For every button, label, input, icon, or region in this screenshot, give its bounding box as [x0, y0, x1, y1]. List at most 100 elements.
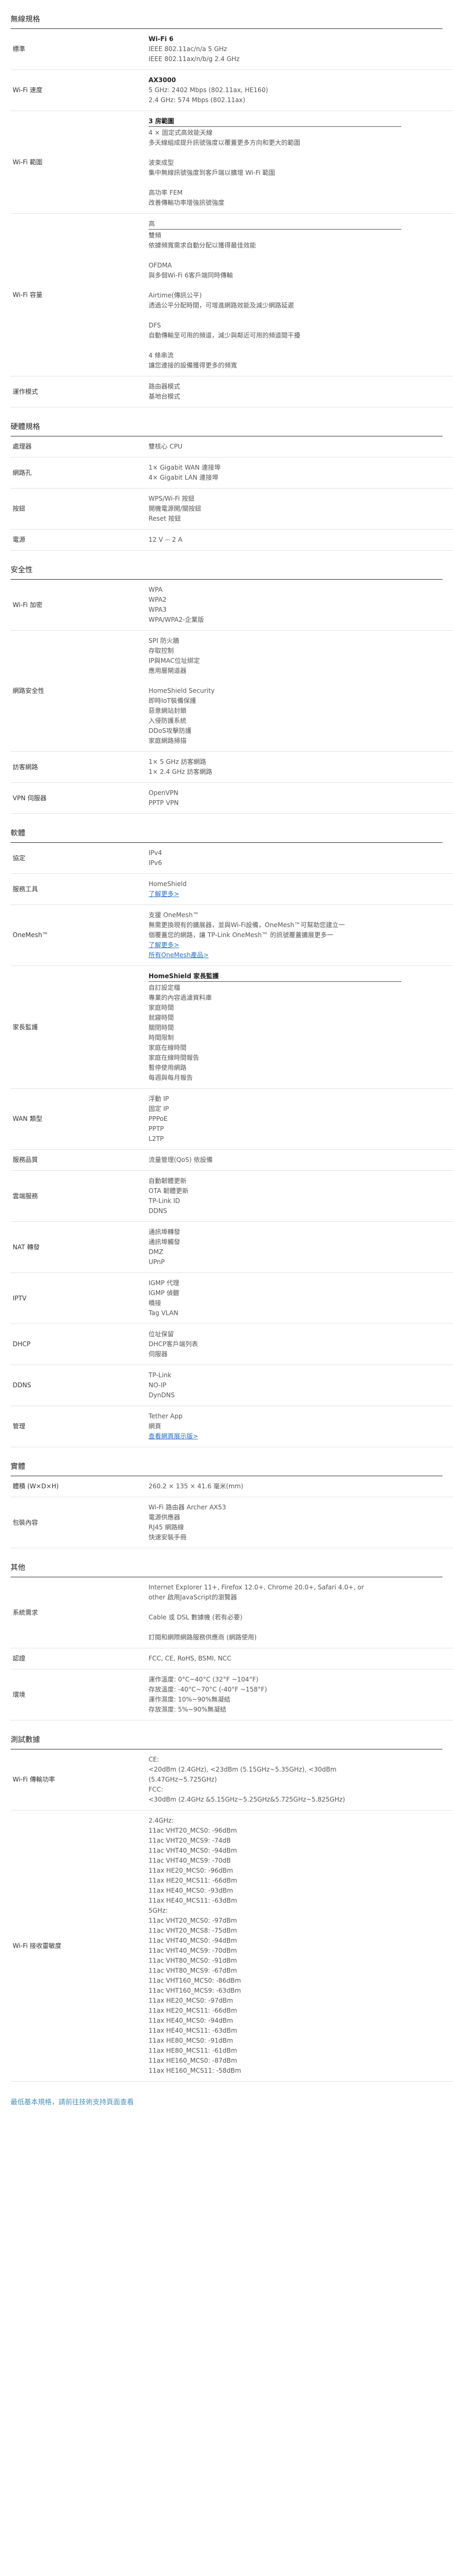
- spec-value-line: OTA 韌體更新: [149, 1187, 189, 1195]
- spec-value-line: 家庭在線時間: [149, 1044, 187, 1051]
- spec-value: IGMP 代理 IGMP 偵聽 橋接 Tag VLAN: [149, 1272, 453, 1324]
- spec-value-line: <30dBm (2.4GHz &5.15GHz~5.25GHz&5.725GHz…: [149, 1796, 346, 1803]
- spec-value-line: 11ac VHT80_MCS0: -91dBm: [149, 1957, 237, 1964]
- spec-value-line: 運作濕度: 10%~90%無凝結: [149, 1696, 231, 1703]
- spec-value-line: 橋接: [149, 1299, 162, 1307]
- spec-label: OneMesh™: [11, 904, 149, 966]
- section-title: 其他: [11, 1564, 25, 1572]
- spec-value-line: 伺服器: [149, 1350, 168, 1358]
- spec-value-line: 1× Gigabit WAN 連接埠: [149, 464, 221, 471]
- spec-value-line: 專業的內容過濾資料庫: [149, 994, 212, 1001]
- spec-value: 通訊埠轉發 通訊埠觸發 DMZ UPnP: [149, 1221, 453, 1273]
- spec-value-line: Internet Explorer 11+, Firefox 12.0+, Ch…: [149, 1584, 365, 1591]
- spec-value-line: 5GHz:: [149, 1907, 168, 1914]
- spec-value-line: 就寢時間: [149, 1014, 174, 1021]
- spec-value-line: 存放濕度: 5%~90%無凝結: [149, 1706, 226, 1713]
- spec-value-line: DFS: [149, 322, 161, 329]
- spec-value-line: 雙頻: [149, 232, 162, 239]
- spec-row: OneMesh™ 支援 OneMesh™ 無需更換現有的擴展器，並與Wi-Fi設備，…: [11, 904, 453, 966]
- spec-value-line: 5 GHz: 2402 Mbps (802.11ax, HE160): [149, 86, 268, 94]
- spec-value: 自動韌體更新 OTA 韌體更新 TP-Link ID DDNS: [149, 1170, 453, 1222]
- spec-value-line: 與多個Wi-Fi 6客戶端同時傳輸: [149, 272, 233, 279]
- spec-label: DHCP: [11, 1324, 149, 1365]
- spec-row: 家長監護 HomeShield 家長監護 自訂設定檔 專業的內容過濾資料庫 家庭時間 就寢…: [11, 966, 453, 1089]
- spec-value-line: 自動傳輸至可用的頻道，減少與鄰近可用的頻道間干擾: [149, 332, 301, 339]
- spec-value-line: 流量管理(QoS) 依設備: [149, 1156, 213, 1163]
- spec-label: 運作模式: [11, 376, 149, 407]
- spec-label: 雲端服務: [11, 1170, 149, 1222]
- spec-value-line: FCC:: [149, 1786, 163, 1793]
- spec-row: 網路孔 1× Gigabit WAN 連接埠 4× Gigabit LAN 連接埠: [11, 457, 453, 489]
- spec-value: SPI 防火牆 存取控制 IP與MAC位址綁定 應用層閘道器 HomeShield Se…: [149, 630, 453, 752]
- spec-row: DDNS TP-Link NO-IP DynDNS: [11, 1365, 453, 1406]
- spec-value: 路由器模式 基地台模式: [149, 376, 453, 407]
- spec-value: 浮動 IP 固定 IP PPPoE PPTP L2TP: [149, 1088, 453, 1150]
- spec-value: 1× 5 GHz 訪客網路 1× 2.4 GHz 訪客網路: [149, 751, 453, 783]
- spec-label: 網路安全性: [11, 630, 149, 752]
- spec-value-line: 11ax HE40_MCS11: -63dBm: [149, 1897, 238, 1904]
- spec-value-line: 存放溫度: -40°C~70°C (-40°F ~158°F): [149, 1686, 267, 1693]
- spec-value-line: (5.47GHz~5.725GHz): [149, 1776, 217, 1783]
- spec-value-line: 個覆蓋您的網路，讓 TP-Link OneMesh™ 的訊號覆蓋擴展更多一: [149, 931, 333, 939]
- spec-table: Wi-Fi 加密 WPA WPA2 WPA3 WPA/WPA2-企業版 網路安全性 SPI …: [11, 580, 453, 814]
- spec-row: 訪客網路 1× 5 GHz 訪客網路 1× 2.4 GHz 訪客網路: [11, 751, 453, 783]
- spec-row: 體積 (W×D×H) 260.2 × 135 × 41.6 毫米(mm): [11, 1476, 453, 1497]
- spec-row: 認證 FCC, CE, RoHS, BSMI, NCC: [11, 1648, 453, 1669]
- spec-value-line: 家庭網路掃描: [149, 737, 187, 744]
- spec-row: 系統需求 Internet Explorer 11+, Firefox 12.0+…: [11, 1577, 453, 1648]
- spec-value-line: IGMP 偵聽: [149, 1289, 180, 1297]
- spec-value-line: 雙核心 CPU: [149, 443, 183, 450]
- spec-value-line: 11ax HE160_MCS0: -87dBm: [149, 2057, 238, 2064]
- spec-value-line: DynDNS: [149, 1391, 175, 1399]
- spec-label: 管理: [11, 1406, 149, 1447]
- spec-value-line: HomeShield Security: [149, 687, 215, 694]
- spec-value-line: Tether App: [149, 1413, 183, 1420]
- spec-value: OpenVPN PPTP VPN: [149, 782, 453, 814]
- spec-row: 管理 Tether App 網頁 查看網頁展示版>: [11, 1406, 453, 1447]
- spec-label: Wi-Fi 範圍: [11, 111, 149, 214]
- spec-value-line: TP-Link: [149, 1371, 172, 1379]
- learn-more-link[interactable]: 了解更多>: [149, 889, 453, 899]
- footer-note[interactable]: 最低基本規格，請前往技術支持頁面查看: [0, 2082, 453, 2106]
- spec-value-line: FCC, CE, RoHS, BSMI, NCC: [149, 1655, 232, 1662]
- spec-value: Wi-Fi 路由器 Archer AX53 電源供應器 RJ45 網路線 快速安裝手冊: [149, 1497, 453, 1548]
- spec-value-line: Airtime(傳訊公平): [149, 292, 202, 299]
- spec-table: 處理器 雙核心 CPU 網路孔 1× Gigabit WAN 連接埠 4× Gigabi…: [11, 436, 453, 551]
- spec-row: 服務品質 流量管理(QoS) 依設備: [11, 1149, 453, 1171]
- spec-value: Wi-Fi 6 IEEE 802.11ac/n/a 5 GHz IEEE 802.1…: [149, 29, 453, 70]
- spec-value-line: 11ac VHT80_MCS9: -67dBm: [149, 1967, 237, 1974]
- spec-label: Wi-Fi 傳輸功率: [11, 1749, 149, 1811]
- spec-row: 網路安全性 SPI 防火牆 存取控制 IP與MAC位址綁定 應用層閘道器 HomeShie…: [11, 630, 453, 752]
- spec-table: 系統需求 Internet Explorer 11+, Firefox 12.0+…: [11, 1577, 453, 1720]
- spec-value-line: 高功率 FEM: [149, 189, 183, 196]
- spec-value-line: DDoS攻擊防護: [149, 727, 192, 734]
- spec-label: DDNS: [11, 1365, 149, 1406]
- spec-row: 電源 12 V ⎓ 2 A: [11, 529, 453, 551]
- spec-value-line: 高: [149, 219, 401, 230]
- spec-value-line: WPS/Wi-Fi 按鈕: [149, 495, 195, 502]
- spec-value-line: 11ac VHT40_MCS9: -70dB: [149, 1857, 231, 1864]
- spec-value-line: 家庭時間: [149, 1004, 174, 1011]
- spec-value: 2.4GHz: 11ac VHT20_MCS0: -96dBm 11ac VHT20…: [149, 1810, 453, 2082]
- spec-value-line: 11ax HE40_MCS11: -63dBm: [149, 2027, 238, 2034]
- spec-value-line: 每週與每月報告: [149, 1074, 193, 1081]
- spec-value-line: 開機電源開/關按鈕: [149, 505, 202, 512]
- spec-value: 260.2 × 135 × 41.6 毫米(mm): [149, 1476, 453, 1497]
- spec-value-line: 時間限制: [149, 1034, 174, 1041]
- spec-value-line: 快速安裝手冊: [149, 1534, 187, 1541]
- spec-value-line: 11ax HE80_MCS0: -91dBm: [149, 2037, 233, 2044]
- spec-table: 協定 IPv4 IPv6 服務工具 HomeShield 了解更多> OneMesh™ 支援 …: [11, 843, 453, 1447]
- section-title: 安全性: [11, 566, 33, 574]
- learn-more-link[interactable]: 所有OneMesh產品>: [149, 950, 453, 960]
- spec-value-line: 11ac VHT20_MCS0: -97dBm: [149, 1917, 237, 1924]
- spec-value-line: IEEE 802.11ax/n/b/g 2.4 GHz: [149, 55, 240, 63]
- spec-value-line: 集中無線訊號強度到客戶端以擴增 Wi-Fi 範圍: [149, 169, 275, 176]
- learn-more-link[interactable]: 查看網頁展示版>: [149, 1431, 453, 1441]
- spec-label: 電源: [11, 529, 149, 551]
- learn-more-link[interactable]: 了解更多>: [149, 940, 453, 950]
- spec-row: 標準 Wi-Fi 6 IEEE 802.11ac/n/a 5 GHz IEEE 802…: [11, 29, 453, 70]
- spec-value-line: 依據頻寬需求自動分配以獲得最佳效能: [149, 242, 257, 249]
- spec-table: Wi-Fi 傳輸功率 CE: <20dBm (2.4GHz), <23dBm (5.…: [11, 1749, 453, 2082]
